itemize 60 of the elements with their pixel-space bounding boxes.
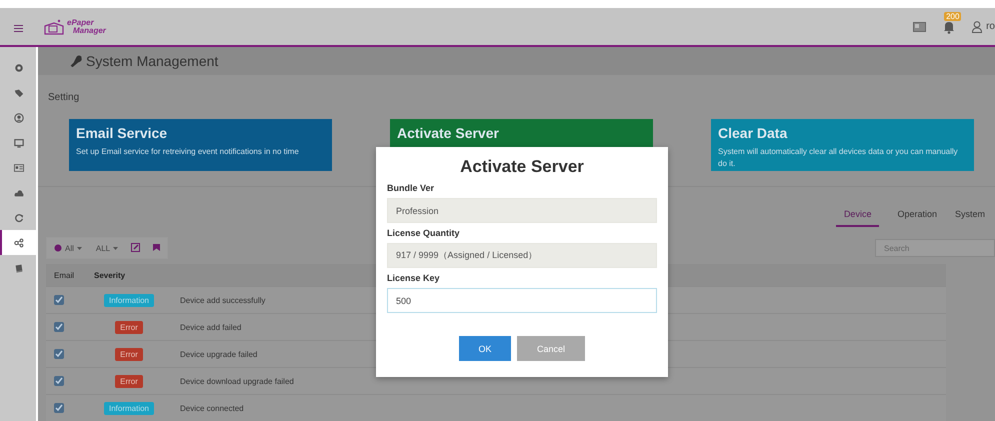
card-title: Clear Data: [718, 125, 788, 141]
cloud-icon: [14, 188, 24, 198]
severity-badge: Information: [104, 402, 154, 415]
ok-button[interactable]: OK: [459, 336, 511, 361]
tab[interactable]: Device: [836, 208, 880, 227]
column-header: Email: [54, 270, 74, 280]
bookmark-icon[interactable]: [152, 243, 162, 252]
field-label: License Quantity: [387, 228, 461, 238]
wrench-icon: [70, 55, 82, 68]
checkbox[interactable]: [54, 348, 64, 359]
caret-icon: [113, 246, 118, 250]
field-label: License Key: [387, 273, 441, 283]
logo-text: Manager: [73, 26, 106, 34]
input-field[interactable]: 500: [387, 288, 657, 313]
field-label: Bundle Ver: [387, 183, 436, 193]
event-description: Device add failed: [180, 322, 242, 332]
tags-icon: [14, 88, 24, 98]
card-icon: [14, 162, 24, 172]
user-icon[interactable]: [972, 20, 982, 32]
share-icon: [14, 238, 24, 248]
event-description: Device add successfully: [180, 296, 266, 305]
user-name[interactable]: ro: [986, 21, 995, 32]
event-description: Device upgrade failed: [180, 350, 258, 359]
menu-icon[interactable]: [14, 24, 23, 32]
filter-dropdown[interactable]: All: [47, 238, 89, 258]
checkbox[interactable]: [54, 294, 64, 305]
severity-badge: Error: [115, 320, 143, 334]
edit-icon[interactable]: [131, 243, 140, 252]
severity-badge: Error: [115, 348, 143, 361]
checkbox[interactable]: [54, 376, 64, 386]
card-title: Email Service: [76, 125, 168, 141]
circle-icon: [54, 244, 62, 252]
logo-text: ePaper: [67, 18, 95, 26]
column-header: Severity: [94, 270, 126, 280]
bell-icon[interactable]: [942, 20, 956, 34]
filter-dropdown[interactable]: ALL: [88, 238, 126, 258]
setting-card[interactable]: Clear Data System will automatically clear all devices data or you can manually do it.: [711, 119, 974, 171]
refresh-icon: [14, 212, 24, 222]
card-icon[interactable]: [913, 22, 926, 32]
card-description: Set up Email service for retreiving event notifications in no time: [76, 146, 300, 158]
severity-badge: Error: [115, 374, 143, 388]
section-title: Setting: [47, 91, 80, 106]
severity-badge: Information: [104, 294, 154, 307]
monitor-icon: [14, 138, 24, 148]
page-title: System Management: [86, 53, 218, 70]
card-description: System will automatically clear all devices data or you can manually do it.: [718, 146, 959, 170]
setting-card[interactable]: Email Service Set up Email service for retreiving event notifications in no time: [69, 119, 332, 171]
user-icon: [14, 112, 24, 122]
logo-icon: [44, 18, 64, 34]
card-title: Activate Server: [397, 125, 500, 141]
checkbox[interactable]: [54, 322, 64, 332]
notification-badge: 200: [944, 12, 962, 20]
tab[interactable]: System: [954, 208, 985, 227]
sidebar-item[interactable]: [0, 230, 36, 255]
event-description: Device connected: [180, 404, 244, 413]
tab[interactable]: Operation: [897, 208, 937, 227]
checkbox[interactable]: [54, 402, 64, 413]
cancel-button[interactable]: Cancel: [517, 336, 585, 361]
caret-icon: [76, 246, 82, 250]
event-description: Device download upgrade failed: [180, 376, 294, 386]
